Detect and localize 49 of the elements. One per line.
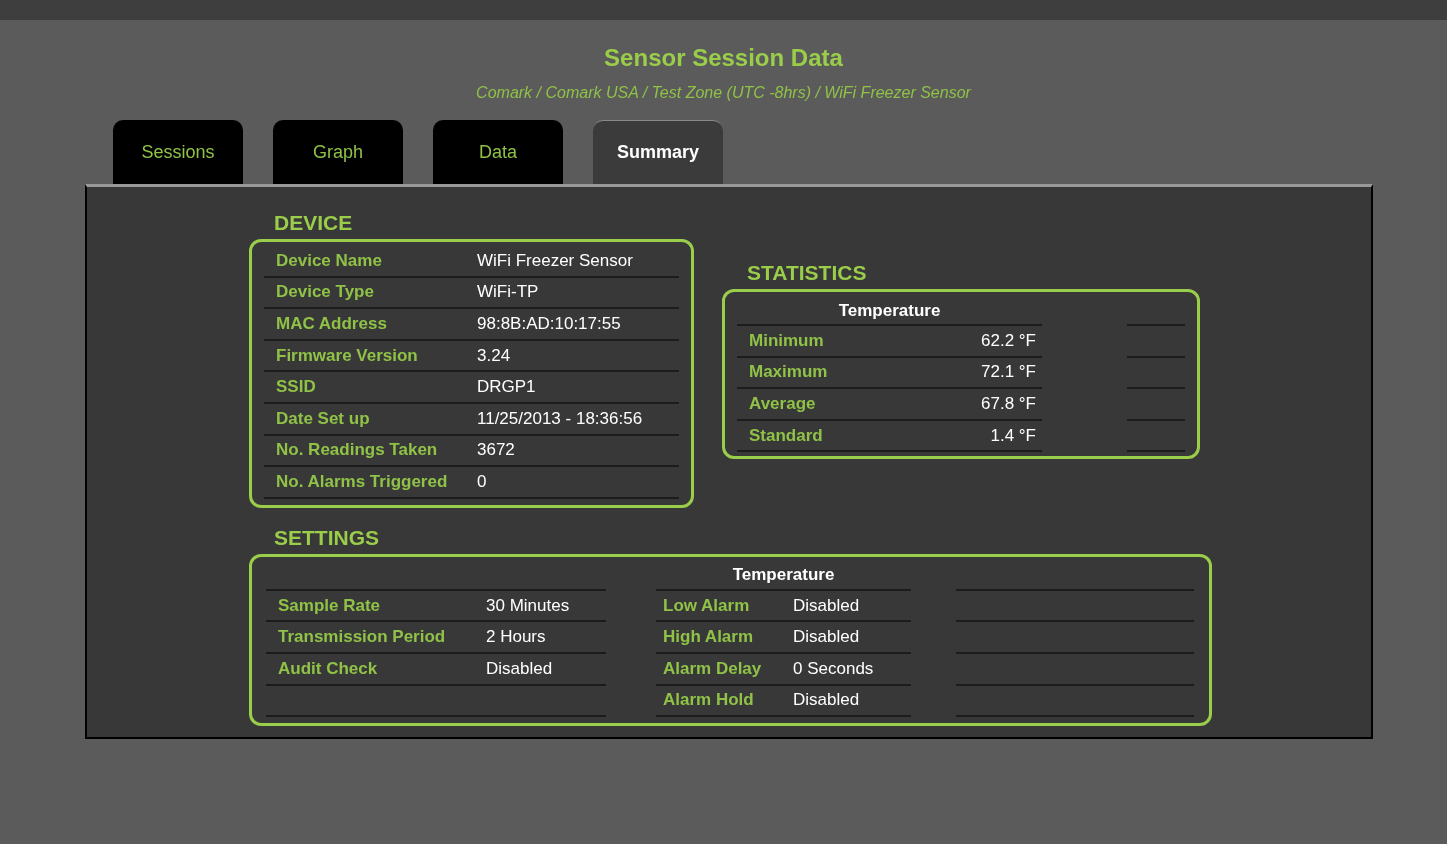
field-value: Disabled <box>793 627 861 648</box>
field-label: Alarm Delay <box>662 658 763 679</box>
field-label: Device Name <box>275 250 383 271</box>
field-value: 2 Hours <box>486 627 547 648</box>
field-label: SSID <box>275 377 317 398</box>
section-heading: SETTINGS <box>274 525 380 550</box>
field-label: Maximum <box>748 362 828 383</box>
field-value: WiFi-TP <box>477 282 540 303</box>
section-heading: DEVICE <box>274 211 354 235</box>
field-label: No. Readings Taken <box>275 440 439 461</box>
field-label: Sample Rate <box>277 595 382 616</box>
breadcrumb: Comark / Comark USA / Test Zone (UTC -8hrs) / WiFi Freezer Sensor <box>475 84 973 102</box>
tab[interactable]: Data <box>433 120 563 184</box>
field-label: Firmware Version <box>275 345 419 366</box>
field-label: Minimum <box>748 330 824 351</box>
field-label: Date Set up <box>275 408 371 429</box>
field-value: 3.24 <box>477 345 512 366</box>
field-label: Average <box>748 394 816 414</box>
field-value: 98:8B:AD:10:17:55 <box>477 314 622 334</box>
field-value: WiFi Freezer Sensor <box>477 250 634 271</box>
field-label: Audit Check <box>277 658 379 679</box>
tab[interactable]: Summary <box>593 120 723 184</box>
field-value: 0 Seconds <box>793 658 875 679</box>
field-value: Disabled <box>793 595 861 616</box>
field-label: Device Type <box>275 282 375 303</box>
field-label: No. Alarms Triggered <box>275 471 449 492</box>
field-label: Alarm Hold <box>662 690 755 711</box>
field-value: Disabled <box>793 690 861 711</box>
section-heading: STATISTICS <box>747 261 868 285</box>
field-value: Disabled <box>486 658 554 679</box>
field-value: 62.2 °F <box>981 330 1037 351</box>
field-value: 11/25/2013 - 18:36:56 <box>477 408 644 429</box>
tab[interactable]: Sessions <box>113 120 243 184</box>
page-title: Sensor Session Data <box>603 44 844 72</box>
field-value: DRGP1 <box>477 377 537 398</box>
field-label: MAC Address <box>275 314 388 334</box>
field-value: 67.8 °F <box>981 394 1037 414</box>
field-value: 1.4 °F <box>990 425 1037 446</box>
tab[interactable]: Graph <box>273 120 403 184</box>
field-value: 0 <box>477 471 488 492</box>
field-label: Standard <box>748 425 823 446</box>
column-header: Temperature <box>732 564 835 585</box>
field-label: Transmission Period <box>277 627 447 648</box>
column-header: Temperature <box>838 301 941 321</box>
field-label: Low Alarm <box>662 595 751 616</box>
field-value: 72.1 °F <box>981 362 1037 383</box>
field-label: High Alarm <box>662 627 755 648</box>
field-value: 3672 <box>477 440 516 461</box>
field-value: 30 Minutes <box>486 595 571 616</box>
